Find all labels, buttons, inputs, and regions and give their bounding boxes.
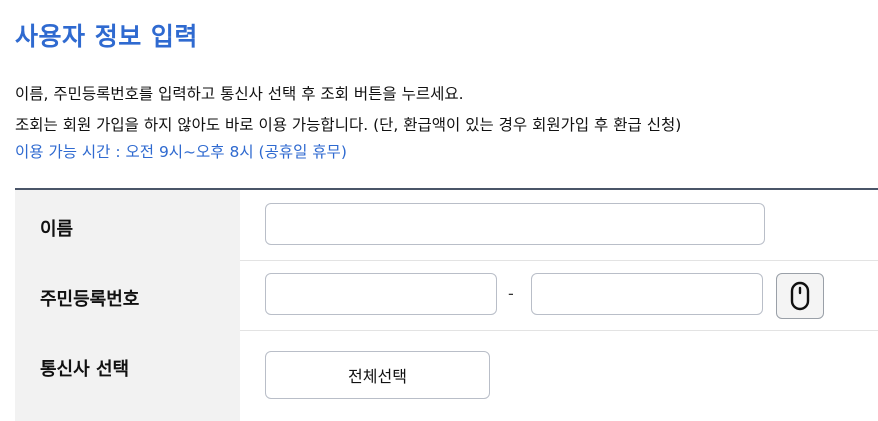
instruction-line-2: 조회는 회원 가입을 하지 않아도 바로 이용 가능합니다. (단, 환급액이 …: [15, 116, 682, 134]
rrn-back-input[interactable]: [531, 273, 763, 315]
label-cell: 이름: [15, 190, 240, 260]
name-label: 이름: [40, 219, 74, 240]
label-cell: 통신사 선택: [15, 330, 240, 421]
carrier-label: 통신사 선택: [40, 359, 130, 380]
service-hours-notice: 이용 가능 시간 : 오전 9시~오후 8시 (공휴일 휴무): [15, 143, 347, 161]
select-all-carriers-button[interactable]: 전체선택: [265, 351, 490, 399]
form-row-carrier: 통신사 선택 전체선택: [15, 330, 878, 421]
user-info-form: 이름 주민등록번호 - 통신사 선택 전체선택: [15, 188, 878, 421]
rrn-front-input[interactable]: [265, 273, 497, 315]
rrn-label: 주민등록번호: [40, 289, 140, 310]
form-row-name: 이름: [15, 190, 878, 261]
rrn-separator: -: [508, 284, 514, 303]
instruction-line-1: 이름, 주민등록번호를 입력하고 통신사 선택 후 조회 버튼을 누르세요.: [15, 85, 464, 103]
virtual-keypad-button[interactable]: [776, 273, 824, 319]
name-input[interactable]: [265, 203, 765, 245]
mouse-icon: [790, 281, 810, 311]
label-cell: 주민등록번호: [15, 260, 240, 330]
page: 사용자 정보 입력 이름, 주민등록번호를 입력하고 통신사 선택 후 조회 버…: [0, 0, 878, 421]
form-row-rrn: 주민등록번호 -: [15, 260, 878, 331]
page-title: 사용자 정보 입력: [15, 22, 198, 51]
